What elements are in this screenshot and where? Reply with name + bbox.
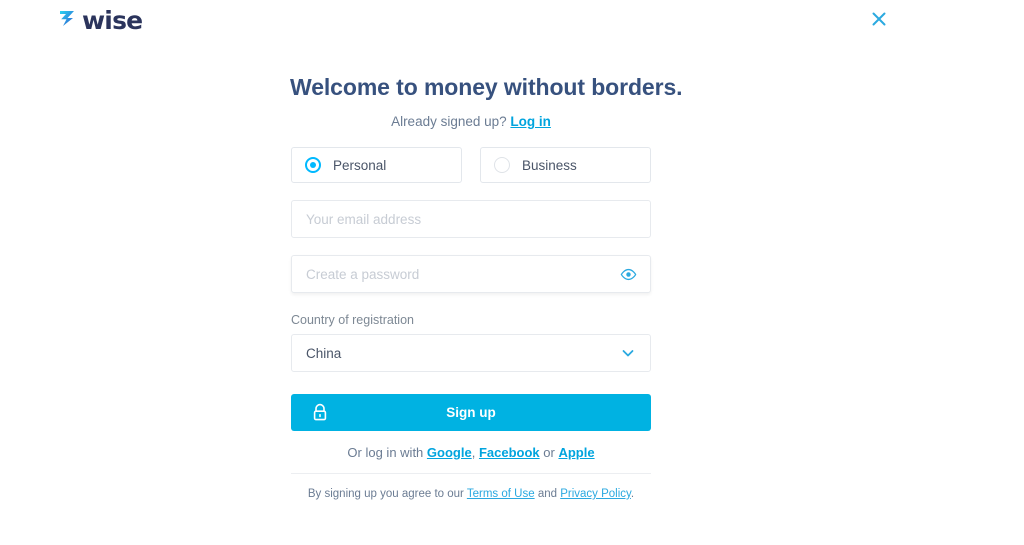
terms-period: . — [630, 488, 635, 500]
lock-icon — [311, 403, 329, 422]
account-type-business-label: Business — [522, 157, 577, 173]
chevron-down-icon — [620, 345, 636, 361]
account-type-business[interactable]: Business — [480, 147, 651, 183]
already-signed-up-text: Already signed up? — [391, 114, 507, 129]
close-button[interactable] — [868, 8, 890, 30]
radio-personal-icon[interactable] — [305, 157, 321, 173]
password-input[interactable]: Create a password — [291, 255, 651, 293]
password-field-wrapper: Create a password — [291, 255, 651, 293]
password-placeholder: Create a password — [306, 266, 420, 282]
terms-row: By signing up you agree to our Terms of … — [291, 488, 651, 500]
terms-of-use-link[interactable]: Terms of Use — [467, 488, 535, 500]
sign-up-button-label: Sign up — [446, 405, 496, 420]
social-comma: , — [471, 445, 476, 460]
social-or: or — [543, 445, 555, 460]
account-type-personal[interactable]: Personal — [291, 147, 462, 183]
terms-prefix: By signing up you agree to our — [307, 488, 464, 500]
email-field-wrapper: Your email address — [291, 200, 651, 238]
country-select-value: China — [306, 345, 342, 361]
wise-arrow-icon — [57, 7, 79, 34]
terms-conjunction: and — [537, 488, 557, 500]
email-placeholder: Your email address — [306, 211, 422, 227]
close-icon — [872, 12, 886, 26]
wise-logo[interactable]: wise — [57, 6, 143, 35]
facebook-login-link[interactable]: Facebook — [479, 445, 540, 460]
page-title: Welcome to money without borders. — [290, 74, 683, 100]
country-select[interactable]: China — [291, 334, 651, 372]
login-link[interactable]: Log in — [510, 114, 551, 129]
account-type-group: Personal Business — [291, 147, 651, 183]
email-input[interactable]: Your email address — [291, 200, 651, 238]
apple-login-link[interactable]: Apple — [558, 445, 594, 460]
google-login-link[interactable]: Google — [427, 445, 472, 460]
password-visibility-toggle[interactable] — [620, 266, 637, 283]
footer-divider — [291, 473, 651, 474]
eye-icon — [620, 268, 637, 281]
signup-panel: Welcome to money without borders. Alread… — [290, 0, 683, 500]
account-type-personal-label: Personal — [333, 157, 387, 173]
sign-up-button[interactable]: Sign up — [291, 394, 651, 431]
social-login-prefix: Or log in with — [347, 445, 424, 460]
privacy-policy-link[interactable]: Privacy Policy — [560, 488, 631, 500]
wise-wordmark: wise — [82, 6, 143, 35]
already-signed-up-row: Already signed up? Log in — [291, 114, 651, 129]
country-label: Country of registration — [291, 313, 414, 327]
social-login-row: Or log in with Google, Facebook or Apple — [291, 445, 651, 460]
radio-business-icon[interactable] — [494, 157, 510, 173]
